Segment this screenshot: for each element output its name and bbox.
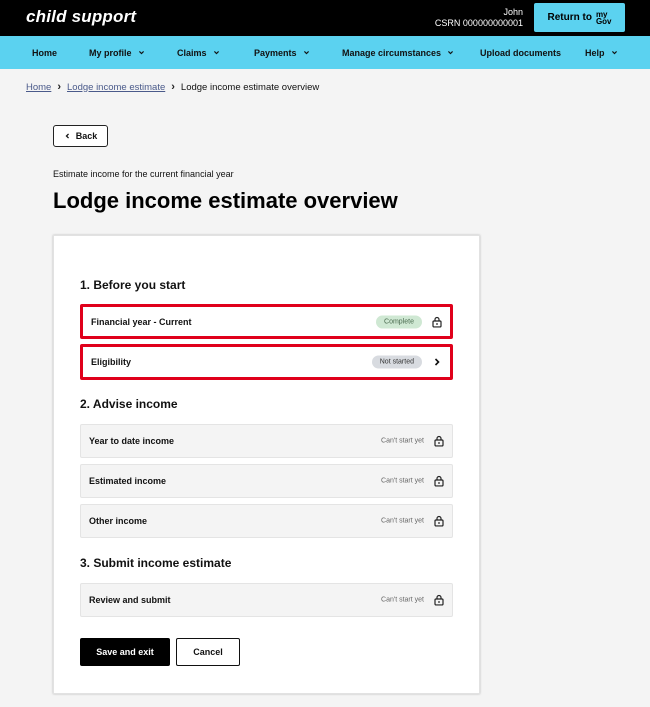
user-info: John CSRN 000000000001 [435, 7, 523, 29]
nav-claims[interactable]: Claims [177, 36, 220, 69]
top-header: child support John CSRN 000000000001 Ret… [0, 0, 650, 36]
chevron-down-icon [138, 51, 144, 55]
task-year-to-date-income: Year to date income Can't start yet [80, 424, 453, 458]
user-csrn: CSRN 000000000001 [434, 18, 523, 28]
chevron-down-icon [448, 51, 454, 55]
save-and-exit-button[interactable]: Save and exit [80, 638, 170, 666]
chevron-down-icon [303, 51, 309, 55]
lock-icon [434, 475, 444, 487]
lock-icon [434, 515, 444, 527]
task-label: Other income [89, 516, 148, 526]
lock-icon [434, 594, 444, 606]
nav-upload-documents[interactable]: Upload documents [480, 36, 561, 69]
status-text: Can't start yet [381, 596, 424, 604]
child-support-logo[interactable]: child support [26, 7, 136, 27]
nav-help[interactable]: Help [585, 36, 618, 69]
task-label: Year to date income [89, 436, 175, 446]
nav-my-profile[interactable]: My profile [89, 36, 145, 69]
status-badge: Complete [376, 315, 422, 328]
status-badge: Not started [371, 355, 422, 369]
nav-home[interactable]: Home [32, 36, 57, 69]
breadcrumb-home-link[interactable]: Home [26, 82, 51, 93]
page-title: Lodge income estimate overview [53, 188, 398, 213]
task-label: Review and submit [89, 595, 171, 605]
nav-payments[interactable]: Payments [254, 36, 310, 69]
mygov-logo: my Gov [595, 9, 612, 26]
return-label: Return to [547, 12, 592, 23]
chevron-left-icon [65, 133, 69, 139]
breadcrumb-lodge-link[interactable]: Lodge income estimate [67, 82, 165, 93]
task-label: Financial year - Current [91, 316, 192, 327]
user-name: John [503, 7, 523, 17]
lock-icon [432, 316, 442, 327]
chevron-down-icon [611, 51, 617, 55]
breadcrumb-current: Lodge income estimate overview [180, 81, 320, 93]
nav-manage-circumstances[interactable]: Manage circumstances [342, 36, 454, 69]
task-label: Estimated income [89, 476, 167, 486]
task-estimated-income: Estimated income Can't start yet [80, 464, 453, 498]
chevron-right-icon: › [171, 81, 175, 93]
task-review-and-submit: Review and submit Can't start yet [80, 583, 453, 617]
task-eligibility[interactable]: Eligibility Not started [80, 344, 453, 380]
chevron-down-icon [213, 51, 219, 55]
lock-icon [434, 435, 444, 447]
page-eyebrow: Estimate income for the current financia… [53, 169, 234, 179]
section-title-before-you-start: 1. Before you start [80, 278, 186, 292]
task-label: Eligibility [91, 357, 132, 367]
status-text: Can't start yet [381, 517, 424, 525]
main-nav: Home My profile Claims Payments Manage c… [0, 36, 650, 69]
cancel-button[interactable]: Cancel [176, 638, 240, 666]
section-title-submit: 3. Submit income estimate [80, 556, 232, 570]
breadcrumb: Home › Lodge income estimate › Lodge inc… [26, 81, 319, 93]
task-other-income: Other income Can't start yet [80, 504, 453, 538]
back-button[interactable]: Back [53, 125, 108, 147]
chevron-right-icon: › [57, 81, 62, 93]
chevron-right-icon [434, 358, 440, 366]
status-text: Can't start yet [381, 477, 424, 485]
task-financial-year[interactable]: Financial year - Current Complete [80, 304, 453, 339]
section-title-advise-income: 2. Advise income [80, 397, 178, 411]
return-to-mygov-button[interactable]: Return to my Gov [534, 3, 625, 32]
status-text: Can't start yet [381, 437, 424, 445]
